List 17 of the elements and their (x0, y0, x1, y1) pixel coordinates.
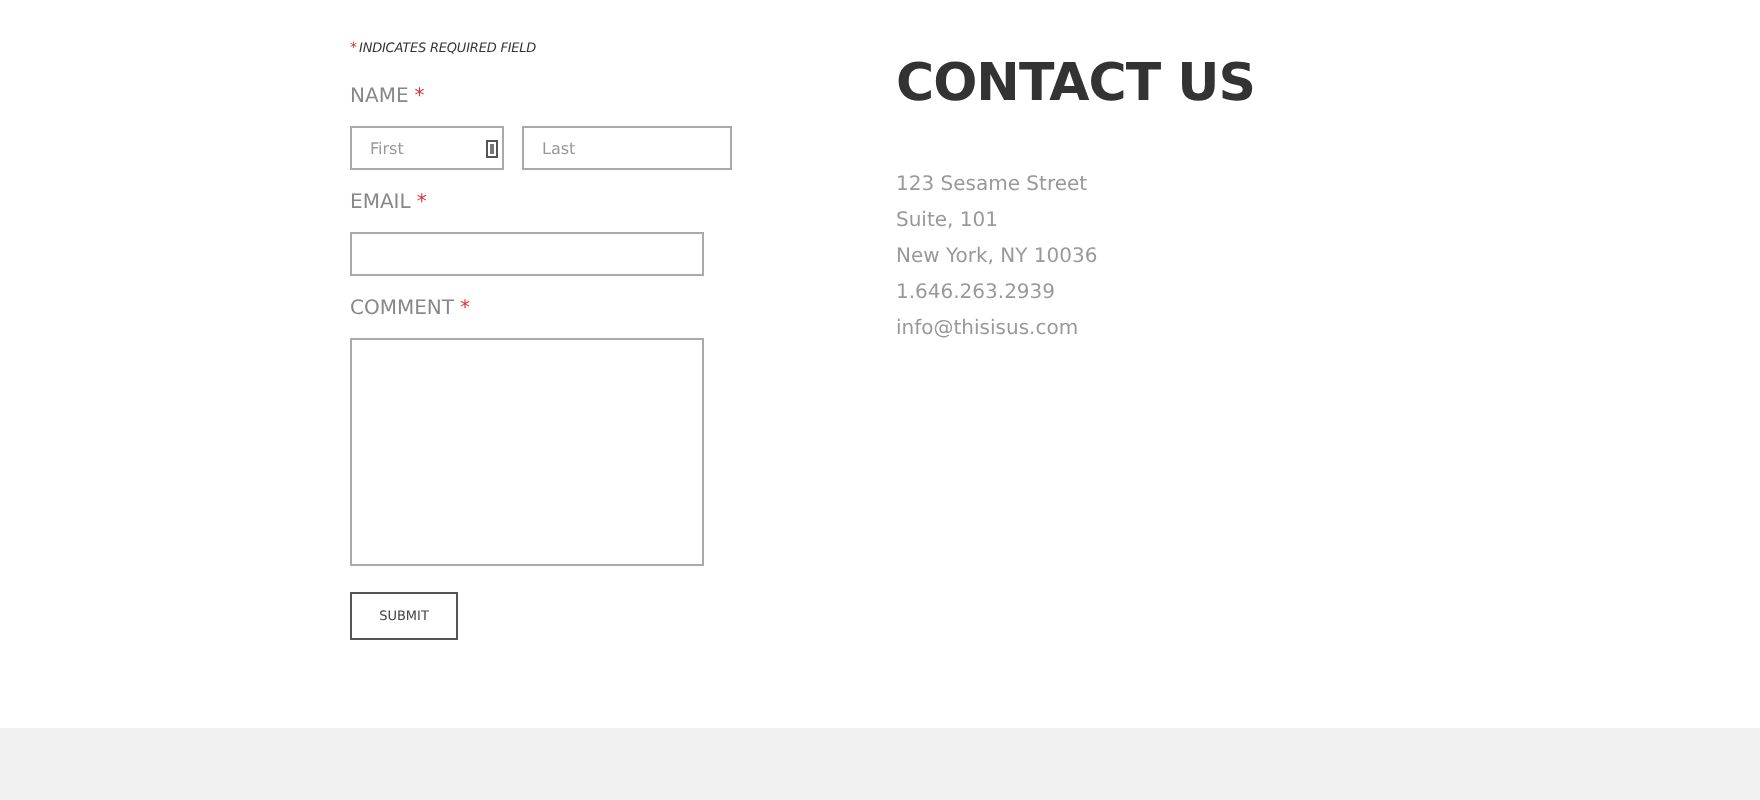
field-label: COMMENT (350, 298, 455, 320)
contact-line: info@thisisus.com (896, 316, 1081, 344)
input-field[interactable]: Last (522, 126, 732, 170)
field-label: NAME (350, 86, 409, 108)
required-asterisk: * (416, 192, 427, 214)
contact-line: Suite, 101 (896, 208, 1000, 236)
contact-line: 1.646.263.2939 (896, 280, 1058, 308)
field-label: EMAIL (350, 192, 411, 214)
contact-heading: CONTACT US (896, 54, 1255, 114)
input-field[interactable]: First (350, 126, 504, 170)
required-asterisk: * (414, 86, 425, 108)
required-asterisk: * (460, 298, 471, 320)
contact-line: 123 Sesame Street (896, 172, 1090, 200)
comment-field[interactable] (350, 338, 704, 566)
keyboard-icon (486, 140, 498, 158)
contact-line: New York, NY 10036 (896, 244, 1100, 272)
input-field[interactable] (350, 232, 704, 276)
